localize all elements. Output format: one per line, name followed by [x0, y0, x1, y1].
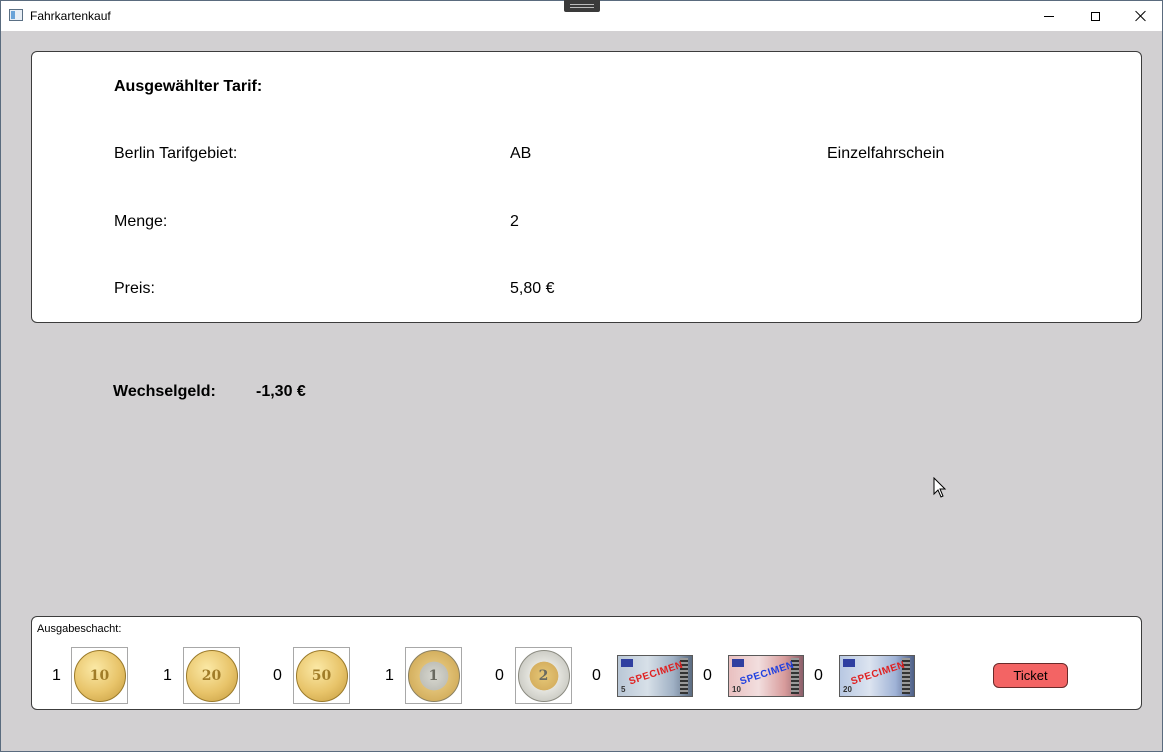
coin-2-euro[interactable]: 2: [515, 647, 572, 704]
area-label: Berlin Tarifgebiet:: [114, 145, 238, 162]
banknote-10-euro[interactable]: 10 SPECIMEN: [728, 655, 804, 697]
maximize-icon: [1090, 11, 1100, 21]
coin-20-cent-face: 20: [201, 667, 222, 684]
banknote-20-face: 20: [843, 685, 852, 694]
price-value: 5,80 €: [510, 280, 555, 297]
coin-1-euro-icon: 1: [407, 649, 460, 702]
coin-20-cent-icon: 20: [185, 649, 238, 702]
quantity-label: Menge:: [114, 213, 168, 230]
coin-50-cent-face: 50: [311, 667, 332, 684]
close-button[interactable]: [1118, 1, 1163, 31]
banknote-5-face: 5: [621, 685, 626, 694]
ticket-type: Einzelfahrschein: [827, 145, 945, 162]
count-10-cent: 1: [52, 667, 61, 684]
ticket-button[interactable]: Ticket: [993, 663, 1068, 688]
coin-50-cent[interactable]: 50: [293, 647, 350, 704]
coin-2-euro-face: 2: [538, 667, 549, 684]
close-icon: [1135, 10, 1147, 22]
eu-flag-icon: [732, 659, 744, 667]
count-1-euro: 1: [385, 667, 394, 684]
specimen-watermark: SPECIMEN: [849, 659, 907, 688]
count-5-euro: 0: [592, 667, 601, 684]
coin-10-cent-face: 10: [89, 667, 110, 684]
change-label: Wechselgeld:: [113, 383, 216, 400]
window-title: Fahrkartenkauf: [30, 9, 111, 23]
coin-50-cent-icon: 50: [295, 649, 348, 702]
coin-1-euro[interactable]: 1: [405, 647, 462, 704]
coin-10-cent[interactable]: 10: [71, 647, 128, 704]
minimize-icon: [1044, 15, 1054, 17]
banknote-5-euro[interactable]: 5 SPECIMEN: [617, 655, 693, 697]
coin-20-cent[interactable]: 20: [183, 647, 240, 704]
count-2-euro: 0: [495, 667, 504, 684]
maximize-button[interactable]: [1072, 1, 1118, 31]
minimize-button[interactable]: [1026, 1, 1072, 31]
eu-flag-icon: [621, 659, 633, 667]
specimen-watermark: SPECIMEN: [627, 659, 685, 688]
tariff-heading: Ausgewählter Tarif:: [114, 78, 263, 95]
change-value: -1,30 €: [256, 383, 306, 400]
banknote-20-euro[interactable]: 20 SPECIMEN: [839, 655, 915, 697]
mouse-cursor-icon: [933, 477, 947, 498]
drag-handle[interactable]: [564, 0, 600, 12]
specimen-watermark: SPECIMEN: [738, 659, 796, 688]
area-value: AB: [510, 145, 532, 162]
count-20-euro: 0: [814, 667, 823, 684]
banknote-10-face: 10: [732, 685, 741, 694]
coin-2-euro-icon: 2: [517, 649, 570, 702]
tariff-panel: Ausgewählter Tarif: Berlin Tarifgebiet: …: [31, 51, 1142, 323]
count-10-euro: 0: [703, 667, 712, 684]
eu-flag-icon: [843, 659, 855, 667]
price-label: Preis:: [114, 280, 155, 297]
app-icon: [9, 9, 23, 21]
output-tray-panel: Ausgabeschacht: 1 10 1 20 0 50 1 1 0 2 0…: [31, 616, 1142, 710]
output-tray-label: Ausgabeschacht:: [37, 623, 122, 635]
coin-10-cent-icon: 10: [73, 649, 126, 702]
count-50-cent: 0: [273, 667, 282, 684]
quantity-value: 2: [510, 213, 519, 230]
coin-1-euro-face: 1: [428, 667, 439, 684]
count-20-cent: 1: [163, 667, 172, 684]
